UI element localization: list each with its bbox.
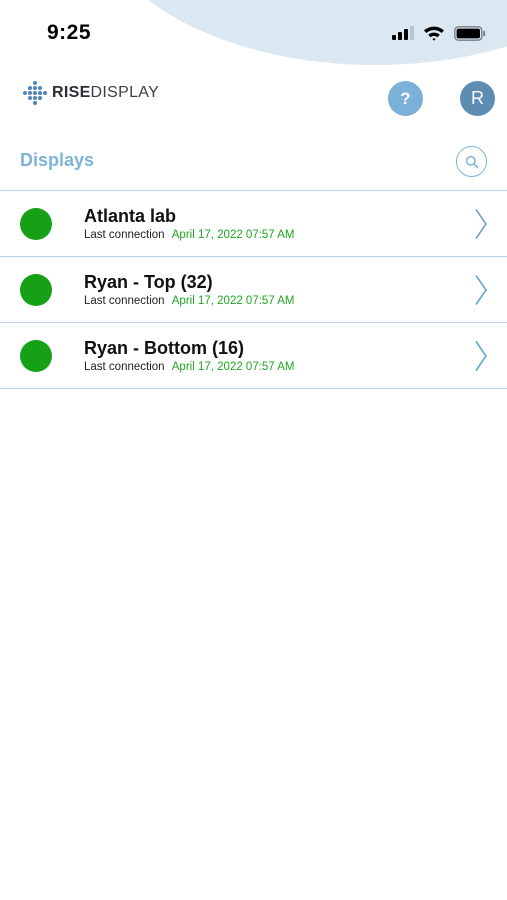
logo-text-bold: RISE <box>52 84 91 101</box>
page-title: Displays <box>20 150 95 170</box>
status-icons <box>392 22 486 44</box>
last-connection: Last connection April 17, 2022 07:57 AM <box>84 229 295 241</box>
last-connection-date: April 17, 2022 07:57 AM <box>171 229 295 241</box>
logo-text: RISEDISPLAY <box>52 84 159 102</box>
display-name: Ryan - Top (32) <box>84 272 213 292</box>
app-screen: 9:25 RISEDISPLAY ? R Displays Atlanta la… <box>0 0 507 900</box>
search-icon <box>465 155 478 168</box>
status-time: 9:25 <box>47 21 92 44</box>
display-row[interactable]: Ryan - Top (32) Last connection April 17… <box>0 257 507 323</box>
chevron-right-icon <box>475 341 487 371</box>
logo-dots-icon <box>23 81 47 105</box>
rise-display-logo: RISEDISPLAY <box>22 80 159 106</box>
display-row[interactable]: Atlanta lab Last connection April 17, 20… <box>0 191 507 257</box>
last-connection-date: April 17, 2022 07:57 AM <box>171 295 295 307</box>
online-status-icon <box>20 208 52 240</box>
help-button[interactable]: ? <box>388 81 423 116</box>
display-name: Atlanta lab <box>84 206 177 226</box>
status-bar: 9:25 <box>0 0 507 60</box>
last-connection-date: April 17, 2022 07:57 AM <box>171 361 295 373</box>
battery-icon <box>454 25 486 41</box>
online-status-icon <box>20 274 52 306</box>
cellular-signal-icon <box>392 26 414 40</box>
chevron-right-icon <box>475 275 487 305</box>
online-status-icon <box>20 340 52 372</box>
last-connection-label: Last connection <box>84 295 165 307</box>
display-row[interactable]: Ryan - Bottom (16) Last connection April… <box>0 323 507 389</box>
display-list: Atlanta lab Last connection April 17, 20… <box>0 190 507 389</box>
logo-text-light: DISPLAY <box>90 84 160 101</box>
last-connection-label: Last connection <box>84 361 165 373</box>
last-connection: Last connection April 17, 2022 07:57 AM <box>84 295 295 307</box>
search-button[interactable] <box>456 146 487 177</box>
display-name: Ryan - Bottom (16) <box>84 338 245 358</box>
last-connection: Last connection April 17, 2022 07:57 AM <box>84 361 295 373</box>
chevron-right-icon <box>475 209 487 239</box>
user-avatar[interactable]: R <box>460 81 495 116</box>
wifi-icon <box>424 26 444 41</box>
last-connection-label: Last connection <box>84 229 165 241</box>
